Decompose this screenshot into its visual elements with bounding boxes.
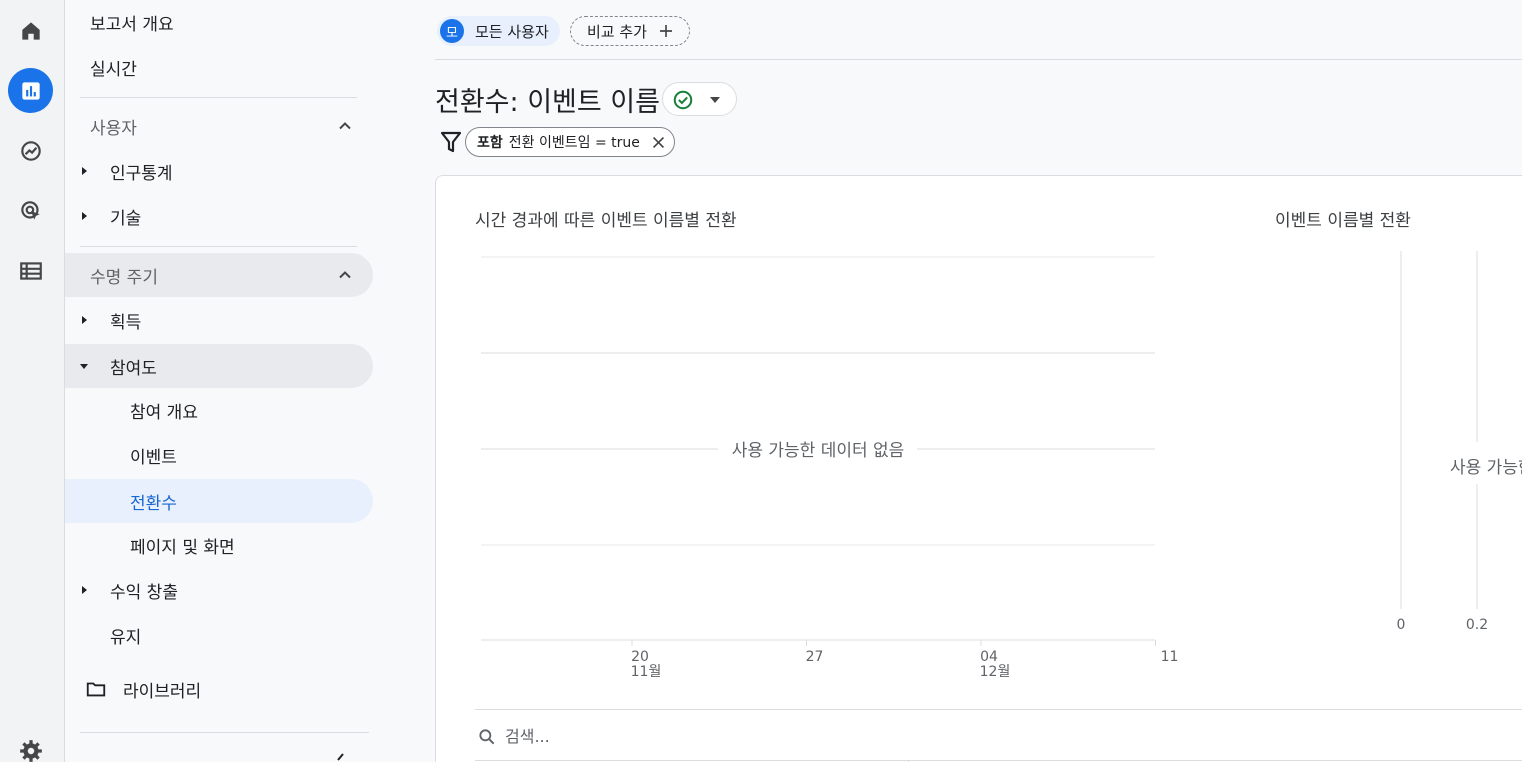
bar-chart-no-data: 사용 가능한 데이터 없음 [1450, 458, 1522, 478]
caret-right-icon [82, 212, 87, 220]
check-circle-icon [673, 90, 693, 110]
divider [80, 97, 357, 98]
page-title: 전환수: 이벤트 이름 [435, 87, 660, 118]
left-rail [0, 0, 65, 762]
folder-icon [86, 682, 106, 697]
nav-item-label: 라이브러리 [123, 681, 202, 702]
collapse-chevron-icon[interactable] [333, 752, 347, 762]
segment-label: 모든 사용자 [475, 22, 549, 41]
nav-item-label: 전환수 [130, 493, 177, 514]
caret-right-icon [82, 316, 87, 324]
nav-pages-screens[interactable]: 페이지 및 화면 [65, 523, 373, 567]
charts-area: 사용 가능한 데이터 없음 2011월 27 0412월 11 사용 가능한 데이터 … [481, 251, 1522, 680]
plus-icon [659, 25, 672, 37]
nav-item-label: 실시간 [90, 59, 137, 80]
x-tick-label: 20 [631, 649, 649, 665]
chevron-up-icon [339, 122, 351, 130]
caret-right-icon [82, 586, 87, 594]
table-header-divider [475, 760, 1522, 761]
main-content: 모 모든 사용자 비교 추가 전환수: 이벤트 이름 포함 전환 이벤트임 = … [390, 0, 1522, 762]
configure-button[interactable] [8, 248, 53, 293]
nav-realtime[interactable]: 실시간 [65, 45, 373, 89]
x-tick-month-label: 11월 [631, 664, 662, 680]
segment-chip-all-users[interactable]: 모 모든 사용자 [437, 16, 560, 46]
divider [80, 732, 369, 733]
divider [80, 246, 357, 247]
home-icon [21, 21, 40, 40]
explore-icon [20, 140, 41, 161]
nav-section-user[interactable]: 사용자 [65, 104, 373, 148]
settings-icon [19, 739, 42, 762]
home-button[interactable] [8, 8, 53, 53]
nav-conversions[interactable]: 전환수 [65, 479, 373, 523]
x-tick-label: 27 [806, 649, 824, 665]
filter-include-label: 포함 [477, 135, 503, 151]
nav-item-label: 기술 [110, 208, 142, 229]
nav-item-label: 인구통계 [110, 163, 173, 184]
x-tick-month-label: 12월 [980, 664, 1011, 680]
nav-item-label: 보고서 개요 [90, 14, 174, 35]
nav-acquisition[interactable]: 획득 [65, 298, 373, 342]
advertising-icon [20, 200, 40, 220]
nav-item-label: 수익 창출 [110, 582, 178, 603]
bar-x-tick-label: 0 [1397, 617, 1406, 633]
nav-monetization[interactable]: 수익 창출 [65, 568, 373, 612]
nav-section-label: 수명 주기 [90, 267, 158, 288]
nav-engagement-overview[interactable]: 참여 개요 [65, 388, 373, 432]
nav-section-lifecycle[interactable]: 수명 주기 [65, 253, 373, 297]
x-tick-label: 04 [980, 649, 998, 665]
search-icon [479, 729, 495, 745]
explore-button[interactable] [8, 128, 53, 173]
nav-item-label: 획득 [110, 312, 142, 333]
filter-condition: 전환 이벤트임 = true [508, 135, 640, 151]
caret-right-icon [82, 167, 87, 175]
add-comparison-label: 비교 추가 [587, 22, 647, 41]
data-quality-dropdown[interactable] [662, 82, 737, 116]
nav-item-label: 참여도 [110, 358, 157, 379]
nav-engagement[interactable]: 참여도 [65, 344, 373, 388]
nav-section-label: 사용자 [90, 118, 137, 139]
nav-item-label: 페이지 및 화면 [130, 537, 235, 558]
nav-tech[interactable]: 기술 [65, 194, 373, 238]
reports-icon [21, 81, 40, 100]
segment-avatar: 모 [440, 19, 464, 43]
settings-button[interactable] [8, 728, 53, 762]
nav-events[interactable]: 이벤트 [65, 433, 373, 477]
report-card: 시간 경과에 따른 이벤트 이름별 전환 이벤트 이름별 전환 사용 가능한 데… [435, 175, 1522, 762]
bar-x-tick-label: 0.2 [1466, 617, 1488, 633]
add-comparison-button[interactable]: 비교 추가 [570, 16, 690, 46]
nav-reports-snapshot[interactable]: 보고서 개요 [65, 0, 373, 44]
filter-chip[interactable]: 포함 전환 이벤트임 = true [465, 127, 675, 157]
nav-item-label: 참여 개요 [130, 402, 198, 423]
nav-demographics[interactable]: 인구통계 [65, 149, 373, 193]
report-navigation: 보고서 개요 실시간 사용자 인구통계 기술 수명 주기 획득 참여도 참여 개… [65, 0, 390, 762]
configure-icon [19, 261, 42, 280]
close-icon[interactable] [650, 134, 667, 151]
filter-icon [440, 131, 462, 153]
chevron-up-icon [339, 271, 351, 279]
table-search [475, 709, 1522, 761]
nav-library[interactable]: 라이브러리 [65, 667, 373, 711]
nav-retention[interactable]: 유지 [65, 613, 373, 657]
x-tick-label: 11 [1161, 649, 1179, 665]
nav-item-label: 유지 [110, 627, 142, 648]
caret-down-icon [80, 364, 88, 369]
header-divider [435, 59, 1522, 60]
search-input[interactable] [505, 723, 905, 749]
advertising-button[interactable] [8, 188, 53, 233]
nav-item-label: 이벤트 [130, 447, 177, 468]
reports-button[interactable] [8, 68, 53, 113]
line-chart-no-data: 사용 가능한 데이터 없음 [732, 441, 905, 461]
dropdown-arrow-icon [710, 97, 720, 103]
